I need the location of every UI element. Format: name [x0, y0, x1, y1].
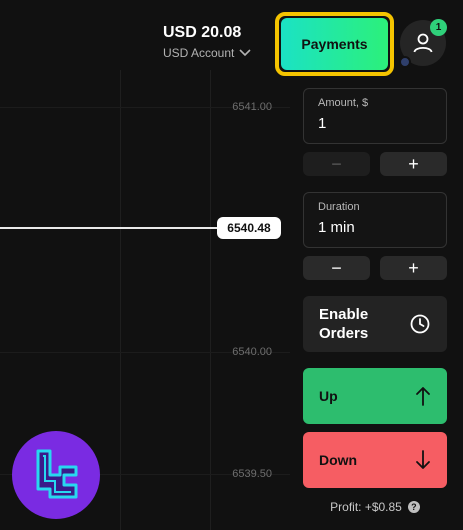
clock-icon [410, 314, 430, 334]
chevron-down-icon [239, 49, 251, 57]
down-button[interactable]: Down [303, 432, 447, 488]
amount-label: Amount, $ [318, 97, 369, 109]
current-price-line [0, 227, 222, 229]
profit-info: Profit: +$0.85 ? [303, 500, 447, 514]
up-button-label: Up [319, 388, 338, 404]
arrow-down-icon [416, 450, 430, 469]
amount-decrease-button[interactable]: − [303, 152, 370, 176]
user-icon [413, 33, 433, 53]
amount-value[interactable]: 1 [318, 115, 432, 132]
amount-field[interactable]: Amount, $ 1 [303, 88, 447, 144]
enable-orders-label: Enable Orders [319, 306, 369, 342]
profit-text: Profit: +$0.85 [330, 500, 402, 514]
enable-orders-button[interactable]: Enable Orders [303, 296, 447, 352]
arrow-up-icon [416, 387, 430, 406]
payments-button-label: Payments [281, 18, 388, 70]
help-icon[interactable]: ? [407, 501, 420, 513]
price-axis-label: 6540.00 [232, 346, 272, 358]
down-button-label: Down [319, 452, 358, 468]
current-price-tag: 6540.48 [217, 217, 281, 239]
duration-field[interactable]: Duration 1 min [303, 192, 447, 248]
duration-decrease-button[interactable]: − [303, 256, 370, 280]
broker-logo-icon [12, 431, 100, 519]
account-balance[interactable]: USD 20.08 USD Account [163, 24, 251, 60]
balance-amount: USD 20.08 [163, 24, 242, 41]
payments-button[interactable]: Payments [275, 12, 394, 76]
chart-grid-line [120, 70, 121, 530]
account-flag-icon [399, 56, 411, 68]
account-selector[interactable]: USD Account [163, 46, 251, 60]
duration-value[interactable]: 1 min [318, 219, 432, 236]
duration-label: Duration [318, 201, 360, 213]
price-axis-label: 6541.00 [232, 101, 272, 113]
chart-grid-line [210, 70, 211, 530]
duration-increase-button[interactable]: + [380, 256, 447, 280]
up-button[interactable]: Up [303, 368, 447, 424]
amount-increase-button[interactable]: + [380, 152, 447, 176]
account-label: USD Account [163, 46, 235, 60]
notification-badge: 1 [430, 19, 447, 36]
price-axis-label: 6539.50 [232, 468, 272, 480]
